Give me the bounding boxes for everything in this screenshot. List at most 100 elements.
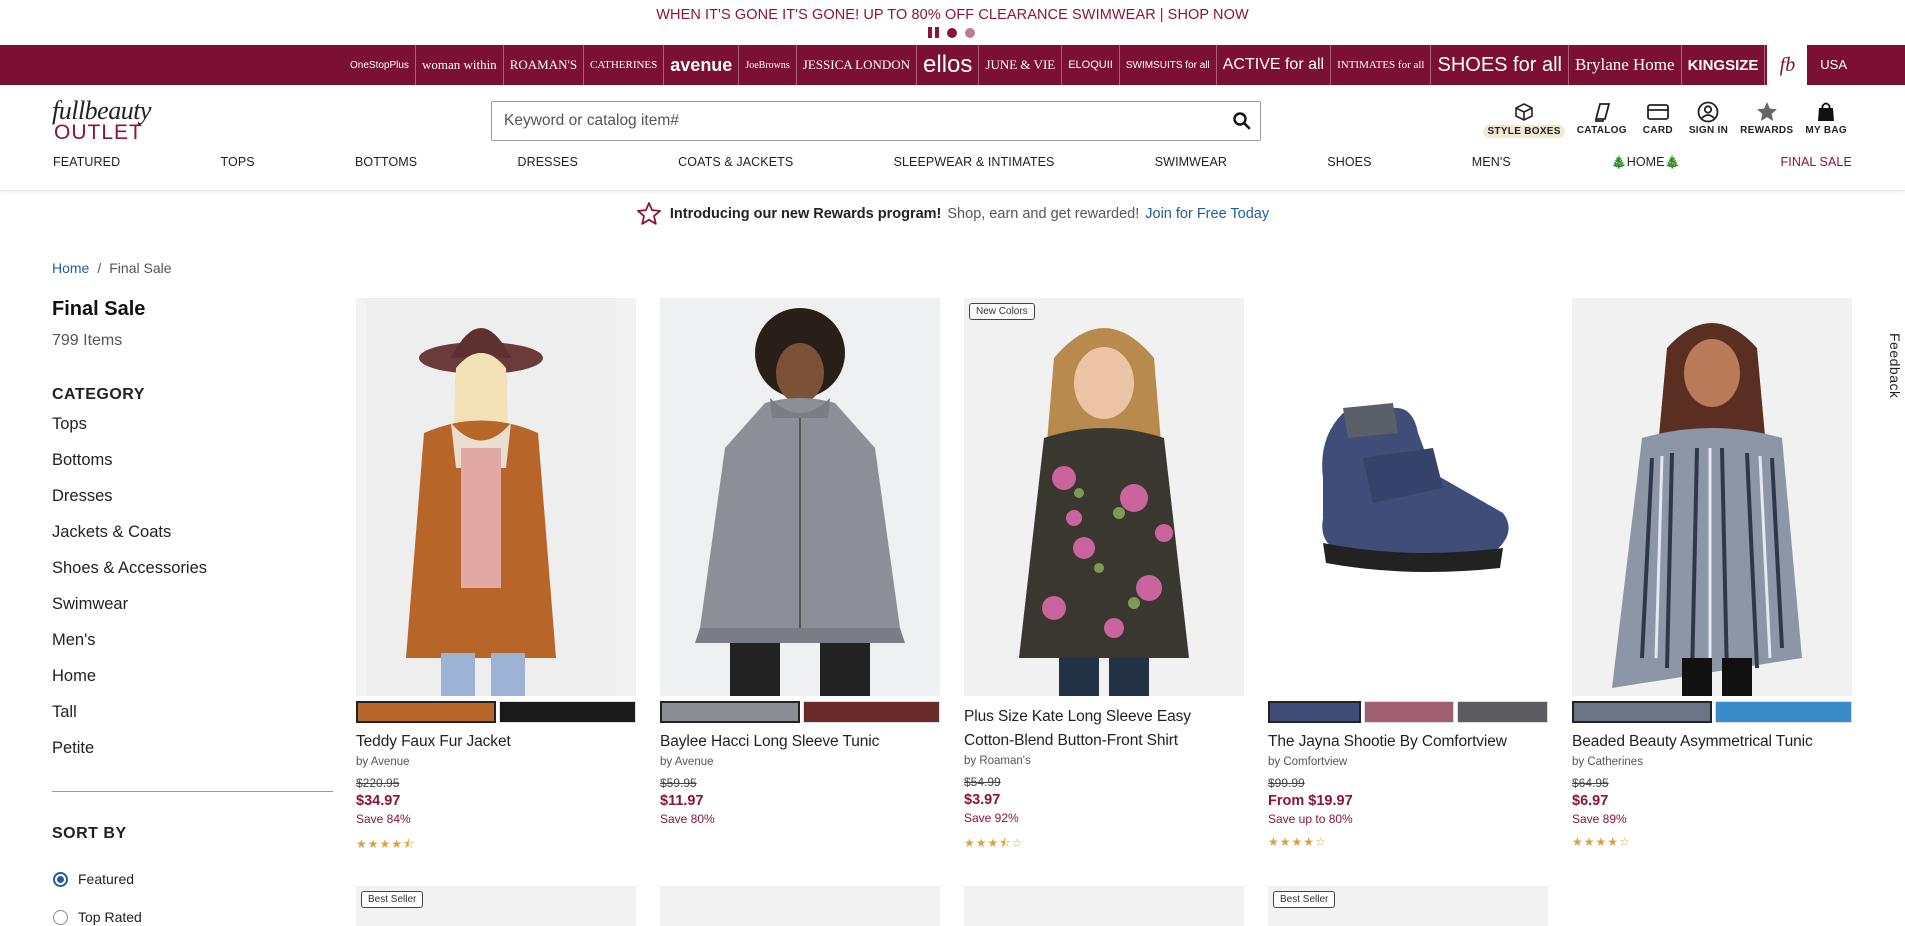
card-link[interactable]: CARD: [1633, 101, 1683, 138]
pause-icon[interactable]: [928, 27, 939, 38]
sort-option-top-rated[interactable]: Top Rated: [53, 909, 142, 925]
brand-link[interactable]: CATHERINES: [584, 45, 665, 85]
category-link[interactable]: Bottoms: [52, 448, 207, 484]
feedback-tab[interactable]: Feedback: [1887, 333, 1903, 398]
category-link[interactable]: Dresses: [52, 484, 207, 520]
product-image-wrap[interactable]: [356, 298, 636, 696]
color-swatch[interactable]: [498, 701, 636, 723]
brand-link[interactable]: SHOES for all: [1431, 45, 1569, 85]
product-card[interactable]: Beaded Beauty Asymmetrical Tunic by Cathe…: [1572, 298, 1852, 849]
product-image[interactable]: [1268, 298, 1548, 696]
rewards-join-link[interactable]: Join for Free Today: [1145, 206, 1269, 222]
category-link[interactable]: Petite: [52, 736, 207, 772]
product-image-wrap[interactable]: [660, 298, 940, 696]
brand-link[interactable]: KINGSIZE: [1682, 45, 1766, 85]
radio-button[interactable]: [53, 909, 68, 925]
product-image-wrap[interactable]: [1572, 298, 1852, 696]
nav-item[interactable]: COATS & JACKETS: [678, 155, 793, 170]
product-card-next-row[interactable]: [964, 886, 1244, 926]
color-swatch[interactable]: [356, 701, 496, 723]
product-name[interactable]: The Jayna Shootie By Comfortview: [1268, 730, 1548, 754]
brand-link[interactable]: JoeBrowns: [739, 45, 797, 85]
nav-item[interactable]: SHOES: [1327, 155, 1371, 170]
brand-link[interactable]: avenue: [664, 45, 740, 85]
category-list: Tops Bottoms Dresses Jackets & Coats Shoes &…: [52, 412, 207, 772]
product-card-next-row[interactable]: [660, 886, 940, 926]
brand-link-active[interactable]: fb: [1767, 45, 1808, 85]
nav-item[interactable]: SLEEPWEAR & INTIMATES: [894, 155, 1055, 170]
nav-item[interactable]: 🎄HOME🎄: [1611, 155, 1680, 170]
site-logo[interactable]: fullbeauty OUTLET: [52, 98, 162, 144]
product-brand: by Avenue: [660, 756, 714, 768]
product-name[interactable]: Plus Size Kate Long Sleeve Easy Cotton-B…: [964, 705, 1244, 753]
original-price: $99.99: [1268, 776, 1305, 790]
product-name[interactable]: Beaded Beauty Asymmetrical Tunic: [1572, 730, 1852, 754]
promo-text[interactable]: WHEN IT'S GONE IT'S GONE! UP TO 80% OFF …: [656, 7, 1156, 23]
brand-link[interactable]: woman within: [416, 45, 504, 85]
brand-link[interactable]: ACTIVE for all: [1217, 45, 1332, 85]
sort-option-featured[interactable]: Featured: [53, 871, 134, 887]
rewards-link[interactable]: REWARDS: [1734, 101, 1799, 138]
category-link[interactable]: Men's: [52, 628, 207, 664]
nav-item[interactable]: BOTTOMS: [355, 155, 417, 170]
product-card-next-row[interactable]: [1572, 886, 1852, 926]
nav-item[interactable]: MEN'S: [1472, 155, 1511, 170]
brand-link[interactable]: JUNE & VIE: [979, 45, 1063, 85]
product-image-wrap[interactable]: [1268, 298, 1548, 696]
promo-shop-now-link[interactable]: SHOP NOW: [1168, 7, 1249, 23]
nav-item[interactable]: SWIMWEAR: [1155, 155, 1227, 170]
catalog-link[interactable]: CATALOG: [1571, 101, 1633, 138]
nav-item[interactable]: TOPS: [220, 155, 254, 170]
category-link[interactable]: Home: [52, 664, 207, 700]
color-swatch[interactable]: [1714, 701, 1852, 723]
product-card[interactable]: New Colors Plus Size Kate Long Sleeve Eas…: [964, 298, 1244, 855]
product-card[interactable]: The Jayna Shootie By Comfortview by Comfo…: [1268, 298, 1549, 849]
product-image[interactable]: [964, 298, 1244, 696]
nav-item[interactable]: FEATURED: [53, 155, 120, 170]
brand-link[interactable]: INTIMATES for all: [1331, 45, 1432, 85]
country-selector[interactable]: USA: [1820, 57, 1847, 72]
radio-button[interactable]: [53, 871, 68, 887]
product-name[interactable]: Teddy Faux Fur Jacket: [356, 730, 636, 754]
brand-link[interactable]: SWIMSUITS for all: [1120, 45, 1217, 85]
sign-in-link[interactable]: SIGN IN: [1683, 101, 1734, 138]
category-link[interactable]: Tops: [52, 412, 207, 448]
color-swatch[interactable]: [802, 701, 940, 723]
nav-item[interactable]: DRESSES: [517, 155, 577, 170]
product-card[interactable]: Baylee Hacci Long Sleeve Tunic by Avenue $…: [660, 298, 940, 835]
promo-message[interactable]: WHEN IT'S GONE IT'S GONE! UP TO 80% OFF …: [0, 0, 1905, 23]
logo-outlet: OUTLET: [54, 121, 143, 144]
color-swatch[interactable]: [1457, 701, 1549, 723]
product-name[interactable]: Baylee Hacci Long Sleeve Tunic: [660, 730, 940, 754]
rewards-subtext: Shop, earn and get rewarded!: [947, 206, 1140, 222]
breadcrumb-home-link[interactable]: Home: [52, 260, 89, 276]
category-link[interactable]: Swimwear: [52, 592, 207, 628]
color-swatch[interactable]: [1363, 701, 1455, 723]
nav-item[interactable]: FINAL SALE: [1781, 155, 1852, 170]
product-image[interactable]: [660, 298, 940, 696]
category-link[interactable]: Shoes & Accessories: [52, 556, 207, 592]
product-card-next-row[interactable]: Best Seller: [1268, 886, 1548, 926]
search-input[interactable]: [492, 102, 1192, 140]
style-boxes-link[interactable]: STYLE BOXES: [1477, 101, 1570, 138]
color-swatch[interactable]: [660, 701, 800, 723]
carousel-dot[interactable]: [965, 27, 975, 38]
category-link[interactable]: Tall: [52, 700, 207, 736]
brand-link[interactable]: Brylane Home: [1569, 45, 1682, 85]
my-bag-link[interactable]: MY BAG: [1799, 101, 1853, 138]
brand-link[interactable]: ellos: [917, 45, 980, 85]
color-swatch[interactable]: [1268, 701, 1361, 723]
category-link[interactable]: Jackets & Coats: [52, 520, 207, 556]
search-icon[interactable]: [1232, 111, 1252, 131]
product-image[interactable]: [356, 298, 636, 696]
carousel-dot[interactable]: [947, 27, 957, 38]
brand-link[interactable]: OneStopPlus: [344, 45, 416, 85]
color-swatch[interactable]: [1572, 701, 1712, 723]
product-image-wrap[interactable]: New Colors: [964, 298, 1244, 696]
brand-link[interactable]: JESSICA LONDON: [797, 45, 918, 85]
product-card[interactable]: Teddy Faux Fur Jacket by Avenue $220.95 $34…: [356, 298, 636, 856]
brand-link[interactable]: ROAMAN'S: [504, 45, 585, 85]
brand-link[interactable]: ELOQUII: [1062, 45, 1120, 85]
product-card-next-row[interactable]: Best Seller: [356, 886, 636, 926]
product-image[interactable]: [1572, 298, 1852, 696]
